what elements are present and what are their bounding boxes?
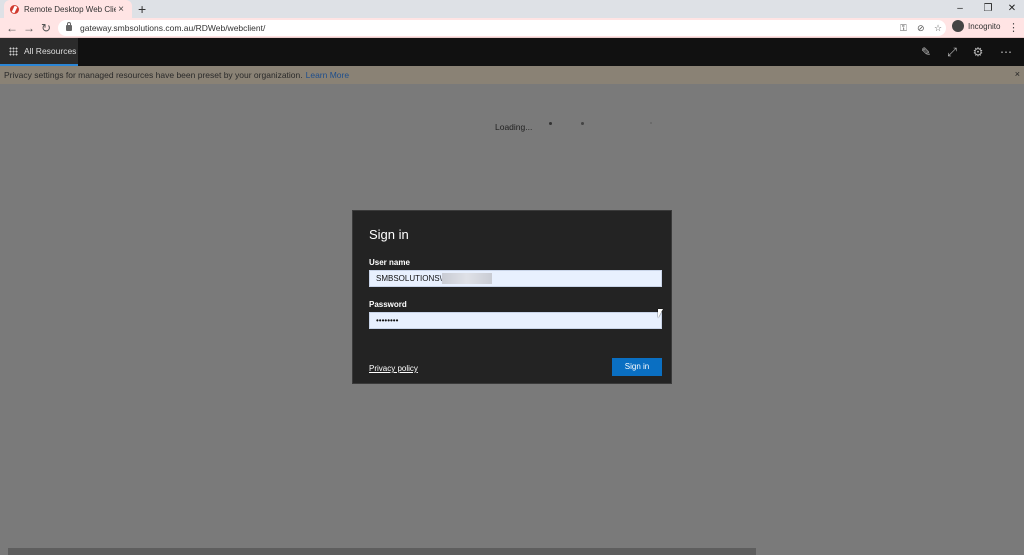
browser-tab-strip: Remote Desktop Web Client × + – ❐ ✕ bbox=[0, 0, 1024, 18]
redacted-text bbox=[441, 273, 492, 285]
lock-icon[interactable] bbox=[66, 22, 72, 31]
browser-tab[interactable]: Remote Desktop Web Client × bbox=[4, 0, 132, 18]
rd-app-bar: All Resources ✎ ⤢ ⚙ ⋯ bbox=[0, 38, 1024, 66]
mouse-cursor-icon bbox=[658, 309, 663, 318]
incognito-icon bbox=[952, 20, 964, 32]
loading-dot bbox=[549, 122, 552, 125]
url-text[interactable]: gateway.smbsolutions.com.au/RDWeb/webcli… bbox=[80, 23, 265, 33]
sign-in-button[interactable]: Sign in bbox=[612, 358, 662, 376]
learn-more-link[interactable]: Learn More bbox=[306, 70, 349, 80]
new-tab-button[interactable]: + bbox=[138, 1, 146, 17]
back-button[interactable]: ← bbox=[4, 20, 20, 36]
grid-icon bbox=[9, 46, 18, 56]
incognito-indicator[interactable]: Incognito bbox=[952, 20, 1000, 32]
password-label: Password bbox=[369, 300, 407, 309]
banner-text: Privacy settings for managed resources h… bbox=[4, 70, 303, 80]
key-icon[interactable]: ⚿ bbox=[900, 20, 907, 36]
minimize-button[interactable]: – bbox=[946, 0, 974, 18]
pin-icon[interactable]: ✎ bbox=[918, 44, 934, 60]
eye-off-icon[interactable]: ⊘ bbox=[917, 20, 925, 36]
password-field[interactable]: •••••••• bbox=[369, 312, 662, 329]
settings-icon[interactable]: ⚙ bbox=[970, 44, 986, 60]
forward-button[interactable]: → bbox=[21, 20, 37, 36]
username-field[interactable]: SMBSOLUTIONS\ bbox=[369, 270, 662, 287]
tab-all-resources[interactable]: All Resources bbox=[0, 38, 78, 66]
tab-all-resources-label: All Resources bbox=[24, 46, 77, 56]
reload-button[interactable]: ↻ bbox=[38, 20, 54, 36]
star-icon[interactable]: ☆ bbox=[934, 20, 942, 36]
tab-close-icon[interactable]: × bbox=[116, 4, 126, 15]
loading-dot bbox=[650, 122, 652, 124]
dialog-title: Sign in bbox=[369, 227, 409, 242]
close-window-button[interactable]: ✕ bbox=[998, 0, 1024, 18]
browser-toolbar: ← → ↻ gateway.smbsolutions.com.au/RDWeb/… bbox=[0, 18, 1024, 38]
rd-favicon-icon bbox=[10, 4, 19, 14]
tab-title: Remote Desktop Web Client bbox=[24, 4, 116, 14]
horizontal-scrollbar[interactable] bbox=[8, 548, 756, 555]
loading-dot bbox=[581, 122, 584, 125]
fullscreen-icon[interactable]: ⤢ bbox=[944, 44, 960, 60]
privacy-policy-link[interactable]: Privacy policy bbox=[369, 364, 418, 373]
sign-in-dialog: Sign in User name SMBSOLUTIONS\ Password… bbox=[352, 210, 672, 384]
username-label: User name bbox=[369, 258, 410, 267]
privacy-banner: Privacy settings for managed resources h… bbox=[0, 66, 1024, 84]
loading-text: Loading... bbox=[495, 122, 533, 132]
address-bar[interactable]: gateway.smbsolutions.com.au/RDWeb/webcli… bbox=[58, 20, 946, 36]
incognito-label: Incognito bbox=[968, 21, 1001, 31]
banner-close-icon[interactable]: × bbox=[1015, 69, 1020, 79]
more-icon[interactable]: ⋯ bbox=[998, 44, 1014, 60]
username-value: SMBSOLUTIONS\ bbox=[376, 274, 442, 283]
browser-menu-icon[interactable]: ⋮ bbox=[1008, 20, 1019, 36]
